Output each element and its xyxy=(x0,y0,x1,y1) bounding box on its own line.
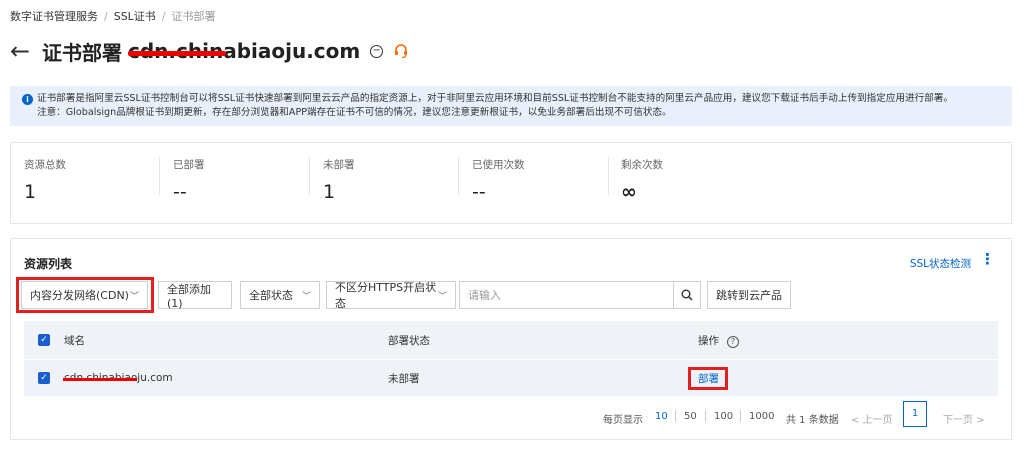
column-status: 部署状态 xyxy=(388,334,430,347)
table-row: ✓ cdn.chinabiaoju.com 未部署 部署 xyxy=(24,360,998,396)
next-page-button[interactable]: 下一页 > xyxy=(943,411,985,426)
status-filter-value: 全部状态 xyxy=(249,289,293,302)
more-vertical-icon[interactable]: ⋮ xyxy=(980,252,995,267)
breadcrumb-current: 证书部署 xyxy=(171,10,216,23)
info-notice: i 证书部署是指阿里云SSL证书控制台可以将SSL证书快速部署到阿里云云产品的指定… xyxy=(10,86,1012,126)
divider xyxy=(608,157,609,195)
add-all-button[interactable]: 全部添加(1) xyxy=(158,281,232,310)
next-page-label: 下一页 xyxy=(943,415,973,426)
page-title-domain: cdn.chinabiaoju.com xyxy=(128,39,360,63)
collapse-icon[interactable]: − xyxy=(370,44,384,58)
ssl-status-check-link[interactable]: SSL状态检测 xyxy=(910,256,971,271)
prev-page-button[interactable]: < 上一页 xyxy=(851,411,893,426)
https-filter-select[interactable]: 不区分HTTPS开启状态 ﹀ xyxy=(326,281,456,310)
stat-label: 已使用次数 xyxy=(472,159,525,171)
redaction-mark xyxy=(63,378,137,381)
chevron-down-icon: ﹀ xyxy=(437,291,447,302)
status-filter-select[interactable]: 全部状态 ﹀ xyxy=(240,281,320,309)
breadcrumb-separator: / xyxy=(161,9,166,23)
notice-text-1: 证书部署是指阿里云SSL证书控制台可以将SSL证书快速部署到阿里云云产品的指定资… xyxy=(37,93,954,104)
total-count: 共 1 条数据 xyxy=(786,415,839,426)
stat-undeployed: 未部署 1 xyxy=(323,157,463,203)
divider xyxy=(740,410,741,422)
search-placeholder: 请输入 xyxy=(468,289,501,302)
stats-panel: 资源总数 1 已部署 -- 未部署 1 已使用次数 -- 剩余次数 ∞ xyxy=(10,142,1012,224)
page-size-1000[interactable]: 1000 xyxy=(749,411,774,422)
resource-panel: 资源列表 SSL状态检测 ⋮ 内容分发网络(CDN) ﹀ 全部添加(1) 全部状… xyxy=(10,238,1012,440)
chevron-down-icon: ﹀ xyxy=(301,291,311,302)
breadcrumb-separator: / xyxy=(104,9,108,23)
stat-value: 1 xyxy=(323,181,336,203)
stat-label: 已部署 xyxy=(173,159,205,171)
divider xyxy=(675,410,676,422)
help-icon[interactable]: ? xyxy=(727,335,739,348)
resource-table: ✓ 域名 部署状态 操作? ✓ cdn.chinabiaoju.com 未部署 … xyxy=(24,321,998,396)
highlight-box xyxy=(688,367,728,390)
stat-value: -- xyxy=(472,181,486,203)
redaction-mark xyxy=(128,51,226,56)
stat-label: 未部署 xyxy=(323,159,355,171)
resource-list-title: 资源列表 xyxy=(24,257,73,271)
notice-line-1: i 证书部署是指阿里云SSL证书控制台可以将SSL证书快速部署到阿里云云产品的指定… xyxy=(22,92,1002,106)
column-action-label: 操作 xyxy=(698,334,719,347)
arrow-left-icon[interactable]: ← xyxy=(10,39,38,63)
row-status: 未部署 xyxy=(388,372,420,385)
highlight-box xyxy=(16,277,154,313)
info-icon: i xyxy=(22,94,33,105)
pagination: 每页显示 10 50 100 1000 共 1 条数据 < 上一页 1 下一页 … xyxy=(11,401,1011,431)
notice-line-2: 注意：Globalsign品牌根证书到期更新，存在部分浏览器和APP端存在证书不… xyxy=(37,107,672,118)
page-title: 证书部署 xyxy=(42,40,122,65)
breadcrumb: 数字证书管理服务 / SSL证书 / 证书部署 xyxy=(10,8,216,24)
per-page-label: 每页显示 xyxy=(603,415,643,426)
breadcrumb-item-cert-service[interactable]: 数字证书管理服务 xyxy=(10,8,98,24)
title-row: ← 证书部署 cdn.chinabiaoju.com − xyxy=(10,36,409,66)
current-page[interactable]: 1 xyxy=(903,401,927,427)
breadcrumb-item-ssl[interactable]: SSL证书 xyxy=(114,8,156,24)
stat-value: 1 xyxy=(24,181,37,203)
column-domain: 域名 xyxy=(64,334,85,347)
divider xyxy=(309,157,310,195)
table-header: ✓ 域名 部署状态 操作? xyxy=(24,321,998,359)
stat-deployed: 已部署 -- xyxy=(173,157,313,203)
stat-label: 资源总数 xyxy=(24,159,66,171)
stat-used: 已使用次数 -- xyxy=(472,157,612,203)
page-size-10[interactable]: 10 xyxy=(655,411,668,422)
infinity-icon: ∞ xyxy=(621,181,637,203)
stat-remaining: 剩余次数 ∞ xyxy=(621,157,761,203)
jump-to-product-button[interactable]: 跳转到云产品 xyxy=(707,281,791,309)
divider xyxy=(705,410,706,422)
page-size-50[interactable]: 50 xyxy=(684,411,697,422)
select-all-checkbox[interactable]: ✓ xyxy=(38,334,50,346)
https-filter-value: 不区分HTTPS开启状态 xyxy=(335,281,437,310)
divider xyxy=(458,157,459,195)
stat-label: 剩余次数 xyxy=(621,159,663,171)
divider xyxy=(159,157,160,195)
column-action: 操作? xyxy=(698,333,739,348)
search-icon xyxy=(681,289,693,301)
stat-total: 资源总数 1 xyxy=(24,157,164,203)
page-size-100[interactable]: 100 xyxy=(714,411,733,422)
search-button[interactable] xyxy=(673,281,701,309)
prev-page-label: 上一页 xyxy=(862,415,893,426)
stat-value: -- xyxy=(173,181,187,203)
row-checkbox[interactable]: ✓ xyxy=(38,372,50,384)
search-input[interactable]: 请输入 xyxy=(459,281,674,309)
headset-icon[interactable] xyxy=(393,43,409,59)
